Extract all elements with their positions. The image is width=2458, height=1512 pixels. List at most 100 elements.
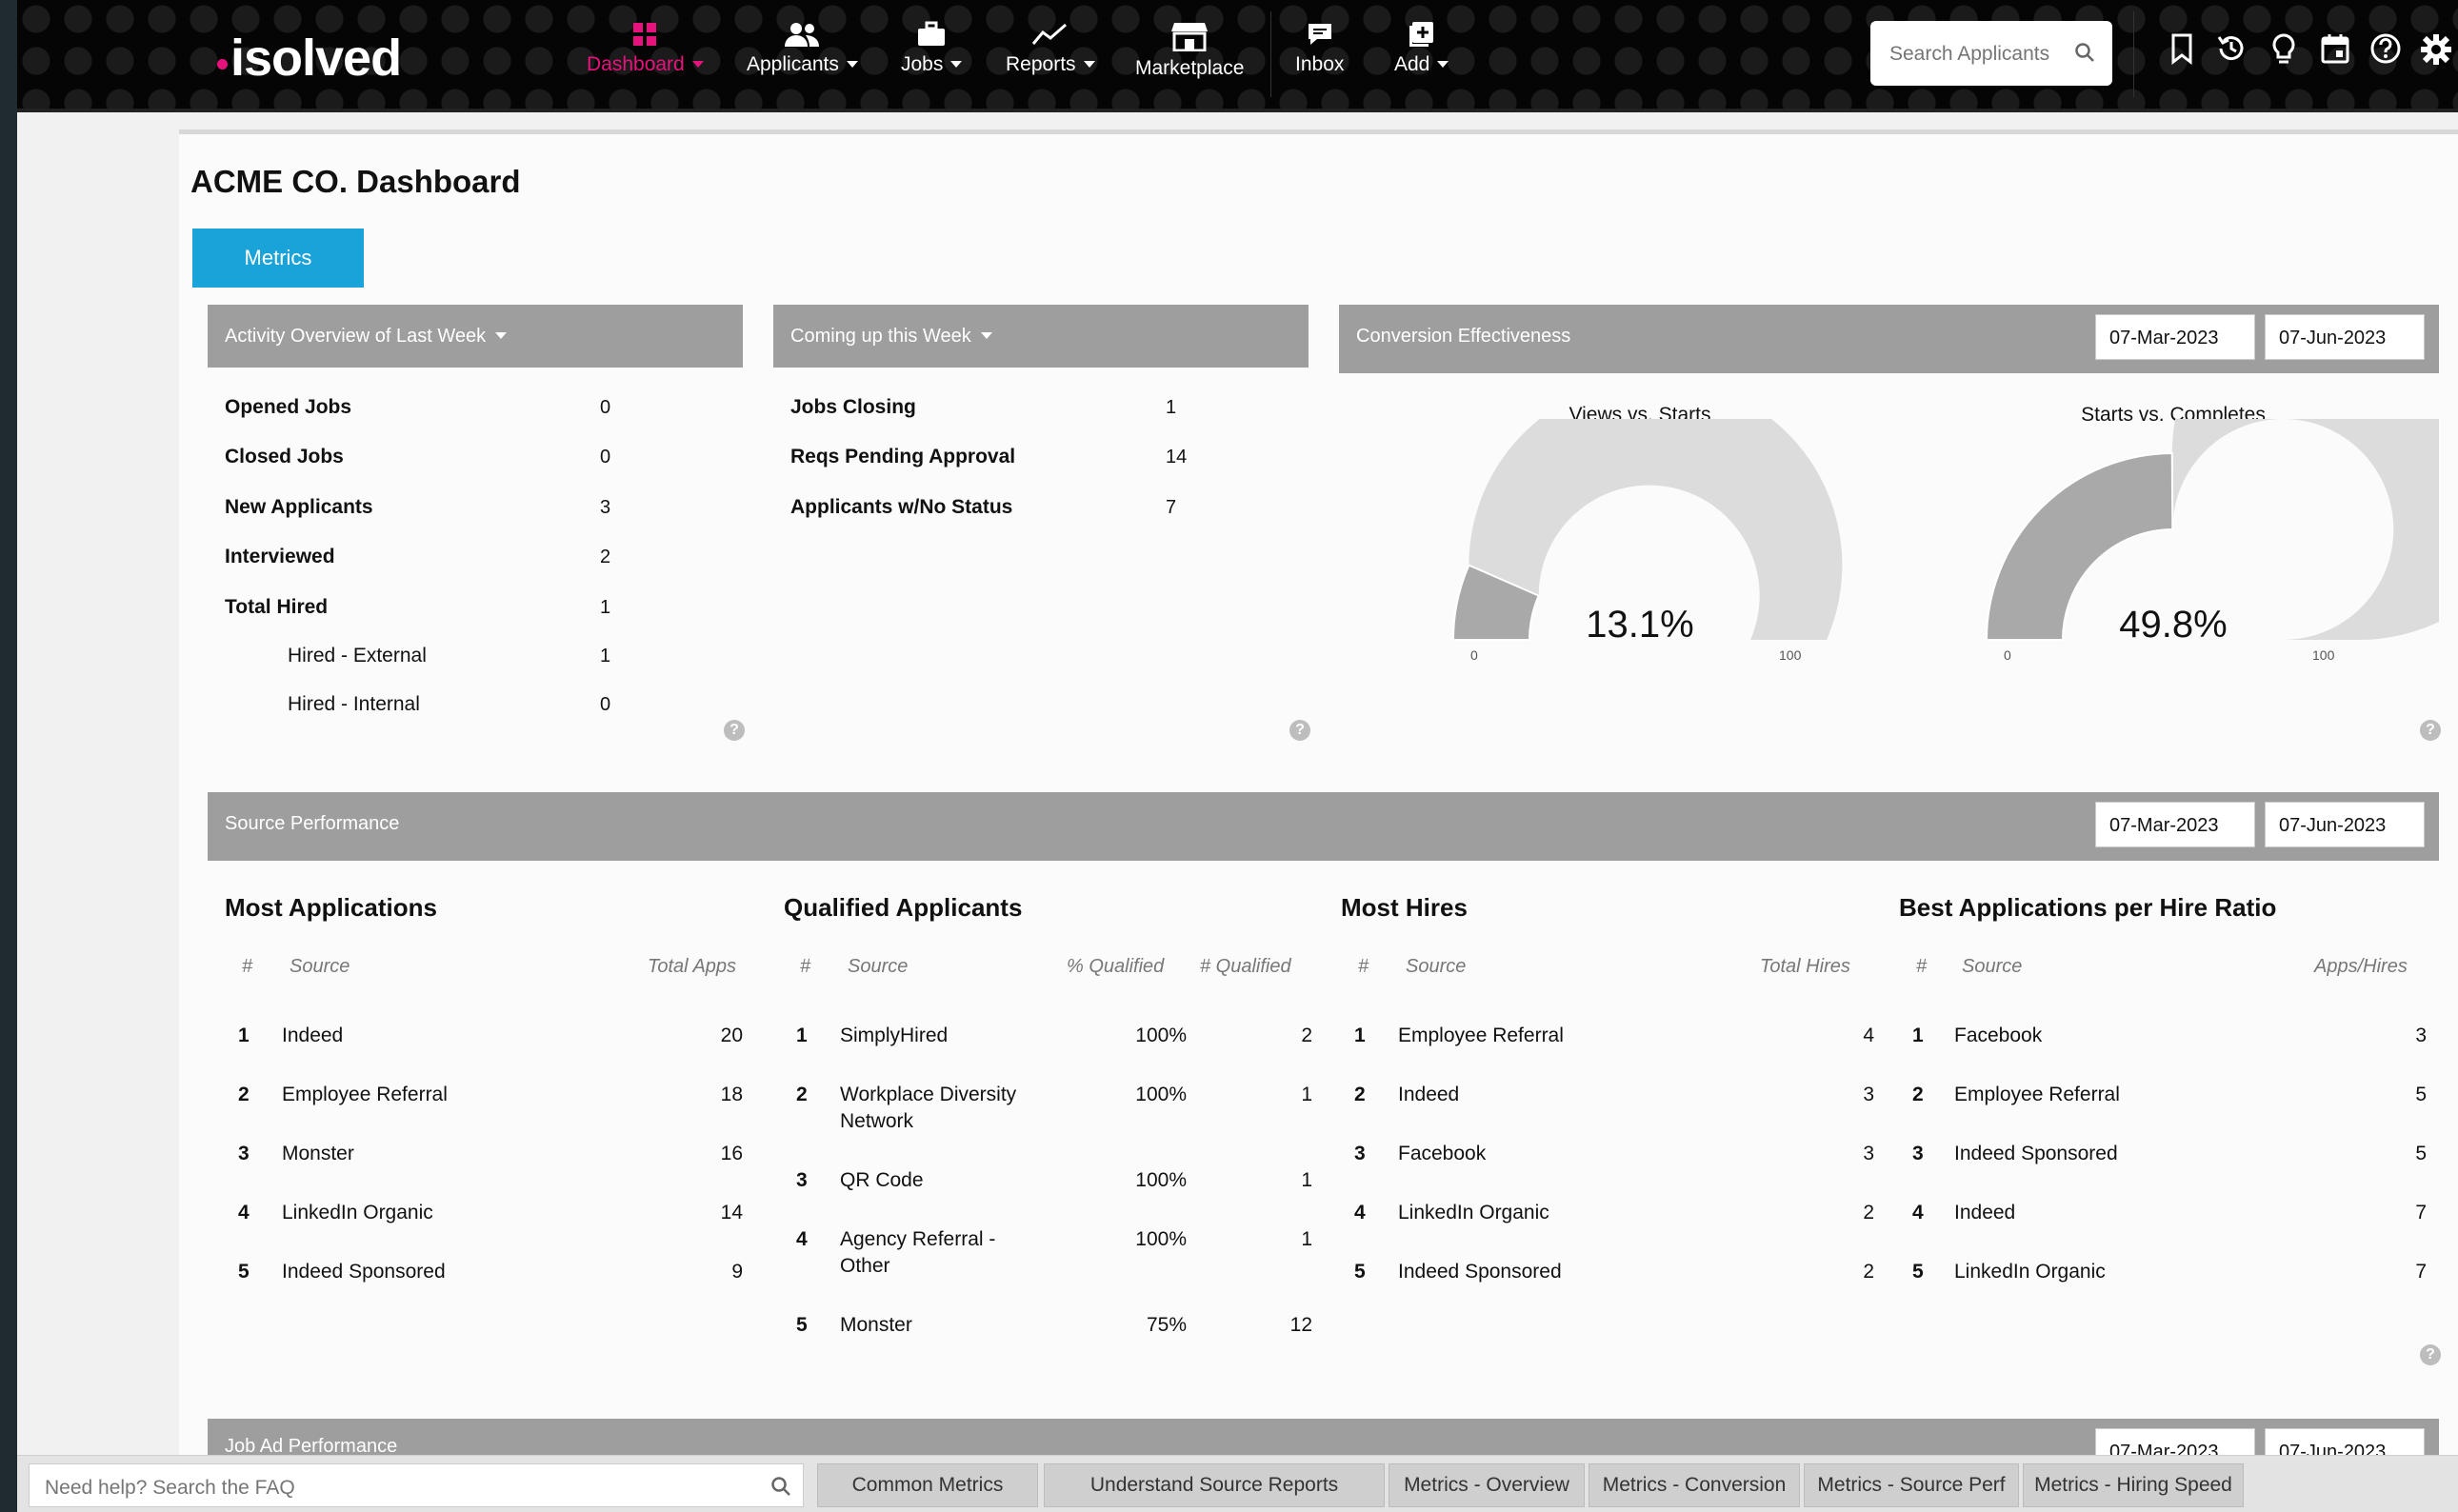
faq-link-button[interactable]: Metrics - Conversion: [1589, 1463, 1800, 1507]
rank: 2: [238, 1084, 250, 1105]
rank: 3: [1912, 1143, 1924, 1164]
nav-marketplace-label: Marketplace: [1135, 57, 1245, 79]
rank: 4: [1912, 1202, 1924, 1224]
total-hires: 2: [1863, 1261, 1874, 1283]
date-to-field[interactable]: 07-Jun-2023: [2265, 314, 2425, 360]
search-input[interactable]: [1888, 42, 2072, 67]
activity-value: 0: [600, 694, 611, 715]
nav-applicants[interactable]: Applicants: [747, 21, 858, 76]
nav-add[interactable]: Add: [1394, 21, 1449, 76]
rank: 2: [1912, 1084, 1924, 1105]
nav-reports[interactable]: Reports: [1006, 21, 1095, 76]
search-icon[interactable]: [770, 1476, 791, 1497]
source-name: Facebook: [1398, 1143, 1487, 1164]
column-header: #: [800, 956, 811, 977]
source-name: LinkedIn Organic: [282, 1202, 433, 1224]
source-name: Employee Referral: [282, 1084, 448, 1105]
column-header: # Qualified: [1200, 956, 1291, 977]
chevron-down-icon: [846, 61, 858, 68]
count-qualified: 1: [1301, 1169, 1312, 1191]
nav-dashboard[interactable]: Dashboard: [587, 21, 704, 76]
chevron-down-icon: [1437, 61, 1449, 68]
activity-label: Total Hired: [225, 596, 329, 618]
source-name: Indeed Sponsored: [1954, 1143, 2118, 1164]
source-name: Workplace Diversity: [840, 1084, 1017, 1105]
page-title: ACME CO. Dashboard: [190, 164, 521, 199]
history-icon[interactable]: [2215, 32, 2248, 65]
chevron-down-icon: [980, 332, 992, 339]
percent-qualified: 100%: [1135, 1025, 1187, 1046]
column-header: Source: [848, 956, 909, 977]
gauge-min-label: 0: [1470, 647, 1478, 663]
percent-qualified: 100%: [1135, 1084, 1187, 1105]
source-performance-title: Source Performance: [225, 813, 400, 834]
date-to-field[interactable]: 07-Jun-2023: [2265, 802, 2425, 847]
rank: 3: [796, 1169, 808, 1191]
nav-separator: [2133, 11, 2134, 97]
source-name: SimplyHired: [840, 1025, 949, 1046]
column-header: Source: [1962, 956, 2023, 977]
source-name: Indeed: [282, 1025, 344, 1046]
chart-line-icon: [1031, 23, 1067, 45]
rank: 1: [796, 1025, 808, 1046]
date-from-field[interactable]: 07-Mar-2023: [2095, 802, 2255, 847]
faq-link-button[interactable]: Metrics - Source Perf: [1804, 1463, 2019, 1507]
source-name: Indeed: [1954, 1202, 2016, 1224]
coming-label: Jobs Closing: [790, 396, 916, 418]
most-hires-title: Most Hires: [1341, 893, 1468, 922]
search-applicants[interactable]: [1870, 21, 2112, 86]
rank: 5: [1354, 1261, 1366, 1283]
activity-label: Hired - Internal: [288, 693, 420, 715]
activity-overview-header[interactable]: Activity Overview of Last Week: [208, 305, 743, 368]
column-header: Apps/Hires: [2314, 956, 2408, 977]
percent-qualified: 100%: [1135, 1228, 1187, 1250]
source-name: Agency Referral -: [840, 1228, 996, 1250]
search-icon[interactable]: [2074, 42, 2095, 63]
dashboard-icon: [633, 23, 657, 46]
column-header: #: [1358, 956, 1369, 977]
date-from-field[interactable]: 07-Mar-2023: [2095, 314, 2255, 360]
faq-search-input[interactable]: [43, 1476, 751, 1501]
help-icon[interactable]: ?: [1289, 720, 1310, 741]
activity-value: 1: [600, 646, 611, 666]
column-header: % Qualified: [1067, 956, 1165, 977]
coming-value: 7: [1166, 497, 1177, 518]
lightbulb-icon[interactable]: [2270, 32, 2297, 67]
nav-jobs[interactable]: Jobs: [901, 21, 963, 76]
nav-separator: [1270, 11, 1271, 97]
faq-link-button[interactable]: Metrics - Overview: [1389, 1463, 1585, 1507]
isolved-logo[interactable]: isolved: [217, 29, 402, 88]
activity-value: 0: [600, 397, 611, 418]
briefcase-icon: [918, 21, 946, 46]
bookmark-icon[interactable]: [2168, 32, 2196, 65]
coming-value: 1: [1166, 397, 1177, 418]
faq-link-button[interactable]: Understand Source Reports: [1044, 1463, 1385, 1507]
help-icon[interactable]: [2369, 32, 2402, 65]
conversion-effectiveness-header: Conversion Effectiveness 07-Mar-2023 07-…: [1339, 305, 2439, 373]
calendar-icon[interactable]: [2320, 32, 2350, 65]
coming-up-header[interactable]: Coming up this Week: [773, 305, 1309, 368]
rank: 4: [238, 1202, 250, 1224]
total-hires: 2: [1863, 1202, 1874, 1224]
people-icon: [785, 23, 820, 47]
total-hires: 3: [1863, 1143, 1874, 1164]
gauge-max-label: 100: [1779, 647, 1802, 663]
faq-link-button[interactable]: Common Metrics Questions: [817, 1463, 1038, 1507]
total-apps: 14: [720, 1202, 743, 1224]
rank: 5: [238, 1261, 250, 1283]
faq-link-button[interactable]: Metrics - Hiring Speed: [2023, 1463, 2244, 1507]
qualified-applicants-title: Qualified Applicants: [784, 893, 1023, 922]
faq-search[interactable]: [29, 1463, 804, 1507]
nav-inbox[interactable]: Inbox: [1295, 21, 1344, 76]
help-icon[interactable]: ?: [2420, 720, 2441, 741]
tab-metrics[interactable]: Metrics: [192, 229, 364, 288]
chevron-down-icon: [691, 61, 704, 68]
gear-icon[interactable]: [2419, 32, 2453, 67]
rank: 2: [796, 1084, 808, 1105]
help-icon[interactable]: ?: [724, 720, 745, 741]
help-icon[interactable]: ?: [2420, 1344, 2441, 1365]
source-name: Indeed Sponsored: [1398, 1261, 1562, 1283]
nav-dashboard-label: Dashboard: [587, 53, 685, 75]
most-applications-title: Most Applications: [225, 893, 437, 922]
nav-marketplace[interactable]: Marketplace: [1135, 21, 1244, 80]
